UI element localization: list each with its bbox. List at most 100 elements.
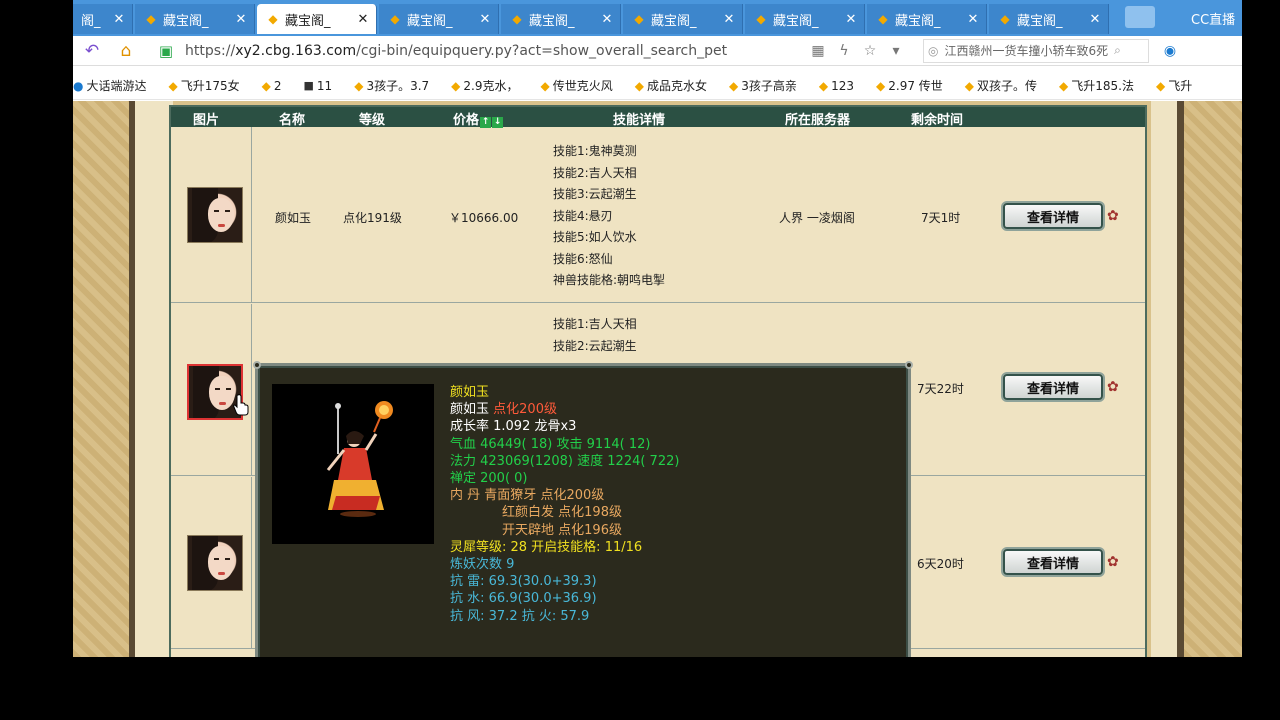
bookmark-item[interactable]: ◆ 飞升175女 xyxy=(169,77,240,94)
favicon-icon: ◆ xyxy=(268,12,278,26)
time-left: 6天20时 xyxy=(917,557,964,571)
bookmark-item[interactable]: ◆ 双孩子。传 xyxy=(965,77,1037,94)
bookmark-item[interactable]: ● 大话端游达 xyxy=(73,77,147,94)
bookmark-icon: ◆ xyxy=(876,78,886,93)
tab-label: 藏宝阁_ xyxy=(163,13,209,29)
header-server: 所在服务器 xyxy=(785,113,851,128)
view-details-button[interactable]: 查看详情 ✿ xyxy=(1003,203,1119,229)
tab-label: 藏宝阁_ xyxy=(285,13,331,29)
close-icon[interactable]: ✕ xyxy=(110,12,128,27)
new-tab-button[interactable] xyxy=(1125,6,1155,28)
bookmark-label: 大话端游达 xyxy=(86,79,147,93)
search-icon[interactable]: ⌕ xyxy=(1114,43,1121,58)
close-icon[interactable]: ✕ xyxy=(964,12,982,27)
neidan-level: 点化196级 xyxy=(558,522,622,538)
url-scheme: https:// xyxy=(185,42,236,59)
neidan-name: 青面獠牙 xyxy=(484,488,537,504)
lightning-icon[interactable]: ϟ xyxy=(831,38,857,64)
bookmark-item[interactable]: ◆ 123 xyxy=(819,79,854,93)
tab-7[interactable]: ◆ 藏宝阁_ ✕ xyxy=(867,4,987,34)
url-field[interactable]: https://xy2.cbg.163.com/cgi-bin/equipque… xyxy=(185,43,805,59)
pet-avatar[interactable] xyxy=(187,535,243,591)
bookmark-label: 2 xyxy=(273,78,282,93)
bookmark-item[interactable]: ◆ 传世克火风 xyxy=(541,77,613,94)
speed-stat: 速度 1224( 722) xyxy=(577,453,680,469)
bookmark-icon: ◆ xyxy=(818,78,829,93)
skill-list: 技能1:鬼神莫测 技能2:吉人天相 技能3:云起潮生 技能4:悬刃 技能5:如人… xyxy=(553,141,665,292)
view-details-button[interactable]: 查看详情 ✿ xyxy=(1003,374,1119,400)
tab-4[interactable]: ◆ 藏宝阁_ ✕ xyxy=(501,4,621,34)
pet-avatar[interactable] xyxy=(187,187,243,243)
neidan-line-1: 内 丹 青面獠牙 点化200级 xyxy=(450,487,679,504)
pet-level: 点化191级 xyxy=(343,211,402,225)
view-details-button[interactable]: 查看详情 ✿ xyxy=(1003,549,1119,575)
skill-item: 技能6:怒仙 xyxy=(553,251,613,266)
tab-6[interactable]: ◆ 藏宝阁_ ✕ xyxy=(745,4,865,34)
bookmark-label: 传世克火风 xyxy=(552,79,613,93)
bookmark-label: 飞升 xyxy=(1168,79,1193,93)
extension-icon[interactable]: ◉ xyxy=(1157,38,1183,64)
bookmark-item[interactable]: ◆ 3孩子。3.7 xyxy=(354,77,429,94)
view-details-label: 查看详情 xyxy=(1026,381,1079,397)
tab-8[interactable]: ◆ 藏宝阁_ ✕ xyxy=(989,4,1109,34)
qr-code-icon[interactable]: ▦ xyxy=(805,38,831,64)
avatar-lip xyxy=(218,572,225,575)
left-pattern xyxy=(73,101,131,657)
close-icon[interactable]: ✕ xyxy=(476,12,494,27)
star-icon[interactable]: ☆ xyxy=(857,38,883,64)
bookmark-item[interactable]: ◆ 3孩子高亲 xyxy=(729,77,797,94)
tab-3[interactable]: ◆ 藏宝阁_ ✕ xyxy=(379,4,499,34)
undo-icon[interactable]: ↶ xyxy=(79,38,105,64)
bookmark-icon: ◆ xyxy=(451,78,461,93)
growth-rate: 成长率 1.092 龙骨x3 xyxy=(450,419,577,435)
chevron-down-icon[interactable]: ▾ xyxy=(883,38,909,64)
avatar-eye xyxy=(226,388,231,390)
tab-bar: 阁_ ✕ ◆ 藏宝阁_ ✕ ◆ 藏宝阁_ ✕ ◆ 藏宝阁_ ✕ ◆ 藏宝阁_ ✕… xyxy=(73,0,1242,36)
home-icon[interactable]: ⌂ xyxy=(113,38,139,64)
resist-fire: 抗 火: 57.9 xyxy=(521,608,590,624)
column-divider xyxy=(251,127,252,303)
skill-item: 技能4:悬刃 xyxy=(553,208,613,223)
tab-label: 藏宝阁_ xyxy=(529,13,575,29)
bookmark-item[interactable]: ◆ 2.97 传世 xyxy=(876,77,943,94)
bookmark-item[interactable]: ◆ 成品克水女 xyxy=(635,77,707,94)
time-left: 7天22时 xyxy=(917,382,964,396)
avatar-eye xyxy=(225,558,230,560)
close-icon[interactable]: ✕ xyxy=(354,12,372,27)
tab-0[interactable]: 阁_ ✕ xyxy=(73,4,133,34)
bookmark-item[interactable]: ◆ 2 xyxy=(262,79,282,93)
header-price[interactable]: 价格 ↑ ↓ xyxy=(453,109,504,128)
mana-stat: 法力 423069(1208) xyxy=(450,453,573,469)
tab-1[interactable]: ◆ 藏宝阁_ ✕ xyxy=(135,4,255,34)
tab-2-active[interactable]: ◆ 藏宝阁_ ✕ xyxy=(257,4,377,34)
close-icon[interactable]: ✕ xyxy=(598,12,616,27)
close-icon[interactable]: ✕ xyxy=(1086,12,1104,27)
pet-stats: 颜如玉 颜如玉 点化200级 成长率 1.092 龙骨x3 气血 46449( … xyxy=(450,384,679,625)
url-host: xy2.cbg.163.com xyxy=(235,42,357,59)
close-icon[interactable]: ✕ xyxy=(842,12,860,27)
close-icon[interactable]: ✕ xyxy=(232,12,250,27)
bookmark-item[interactable]: ■ 11 xyxy=(304,79,333,93)
bookmark-label: 2.97 传世 xyxy=(888,79,943,93)
bookmark-icon: ◆ xyxy=(729,78,739,93)
popup-name: 颜如玉 xyxy=(450,402,490,418)
browser-window: 阁_ ✕ ◆ 藏宝阁_ ✕ ◆ 藏宝阁_ ✕ ◆ 藏宝阁_ ✕ ◆ 藏宝阁_ ✕… xyxy=(73,0,1242,657)
bookmark-item[interactable]: ◆ 飞升 xyxy=(1156,77,1192,94)
skill-item: 技能2:吉人天相 xyxy=(553,165,637,180)
search-engine-icon: ◎ xyxy=(928,43,939,58)
page-content: 图片 名称 等级 价格 ↑ ↓ 技能详情 所在服务器 剩余时间 颜如玉 点化19… xyxy=(73,101,1242,657)
close-icon[interactable]: ✕ xyxy=(720,12,738,27)
cc-live-label: CC直播 xyxy=(1191,12,1236,28)
header-skills: 技能详情 xyxy=(613,113,666,128)
bookmark-item[interactable]: ◆ 2.9克水， xyxy=(451,77,518,94)
neidan-label: 内 丹 xyxy=(450,488,481,504)
bookmark-item[interactable]: ◆ 飞升185.法 xyxy=(1059,77,1134,94)
view-details-label: 查看详情 xyxy=(1026,556,1079,572)
neidan-level: 点化198级 xyxy=(558,505,622,521)
tab-5[interactable]: ◆ 藏宝阁_ ✕ xyxy=(623,4,743,34)
neidan-line-3: 开天辟地 点化196级 xyxy=(450,522,679,539)
table-row: 颜如玉 点化191级 ￥10666.00 技能1:鬼神莫测 技能2:吉人天相 技… xyxy=(171,127,1145,303)
search-input[interactable]: ◎ 江西赣州一货车撞小轿车致6死 ⌕ xyxy=(923,38,1149,63)
favicon-icon: ◆ xyxy=(756,12,766,26)
neidan-level: 点化200级 xyxy=(540,488,605,504)
